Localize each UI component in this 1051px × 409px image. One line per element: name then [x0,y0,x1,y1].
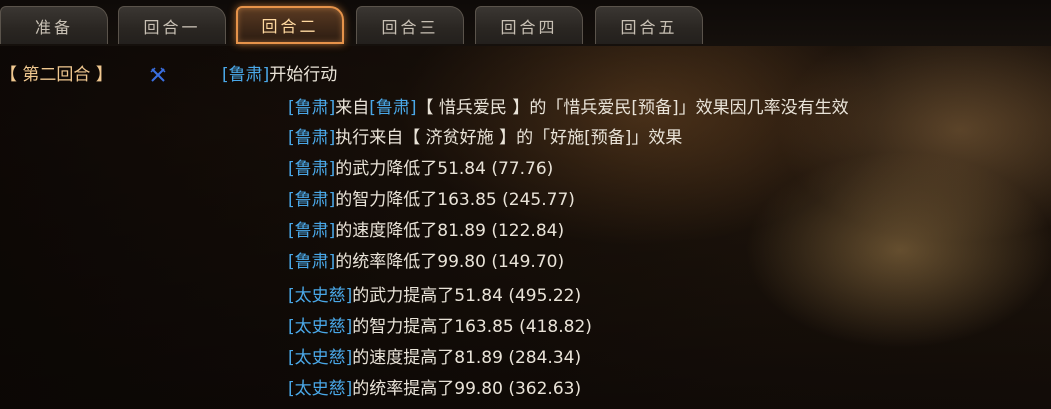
actor-name: [太史慈] [288,317,353,337]
log-text: 的智力提高了163.85 (418.82) [352,317,592,337]
log-text: 来自 [335,98,370,118]
log-text: 执行来自【 济贫好施 】的「好施[预备]」效果 [335,128,683,148]
actor-name: [鲁肃] [288,128,336,148]
actor-name: [太史慈] [288,379,353,399]
source-name: [鲁肃] [369,98,417,118]
log-entry: [太史慈]的智力提高了163.85 (418.82) [288,314,592,340]
actor-name: [鲁肃] [288,190,336,210]
actor-name: [鲁肃] [288,159,336,179]
tab-round-5[interactable]: 回合五 [595,6,703,44]
actor-name: [鲁肃] [288,98,336,118]
actor-name: [太史慈] [288,348,353,368]
log-entry: [鲁肃]的统率降低了99.80 (149.70) [288,249,564,275]
round-tab-bar: 准备 回合一 回合二 回合三 回合四 回合五 [0,0,1051,46]
log-entry: [太史慈]的统率提高了99.80 (362.63) [288,376,581,402]
log-entry: [太史慈]的武力提高了51.84 (495.22) [288,283,581,309]
log-entry: [鲁肃]执行来自【 济贫好施 】的「好施[预备]」效果 [288,125,682,151]
log-text: 的武力提高了51.84 (495.22) [352,286,582,306]
log-text: 【 惜兵爱民 】的「惜兵爱民[预备]」效果因几率没有生效 [416,98,849,118]
crossed-swords-icon [150,67,166,82]
tab-round-3[interactable]: 回合三 [356,6,464,44]
round-label: 【 第二回合 】 [0,65,113,85]
log-text: 的统率降低了99.80 (149.70) [335,252,565,272]
log-entry: [太史慈]的速度提高了81.89 (284.34) [288,345,581,371]
log-entry: [鲁肃]的智力降低了163.85 (245.77) [288,187,575,213]
tab-round-2[interactable]: 回合二 [236,6,344,44]
tab-round-4[interactable]: 回合四 [475,6,583,44]
action-line: [鲁肃]开始行动 [222,62,337,88]
actor-name: [鲁肃] [222,65,270,85]
log-entry: [鲁肃]的武力降低了51.84 (77.76) [288,156,553,182]
actor-name: [鲁肃] [288,252,336,272]
log-text: 的速度提高了81.89 (284.34) [352,348,582,368]
actor-name: [鲁肃] [288,221,336,241]
log-text: 的速度降低了81.89 (122.84) [335,221,565,241]
log-entry: [鲁肃]来自[鲁肃]【 惜兵爱民 】的「惜兵爱民[预备]」效果因几率没有生效 [288,95,849,121]
tab-prepare[interactable]: 准备 [0,6,108,44]
actor-name: [太史慈] [288,286,353,306]
action-text: 开始行动 [269,65,338,85]
tab-round-1[interactable]: 回合一 [118,6,226,44]
log-entry: [鲁肃]的速度降低了81.89 (122.84) [288,218,564,244]
log-text: 的武力降低了51.84 (77.76) [335,159,554,179]
log-text: 的智力降低了163.85 (245.77) [335,190,575,210]
log-text: 的统率提高了99.80 (362.63) [352,379,582,399]
